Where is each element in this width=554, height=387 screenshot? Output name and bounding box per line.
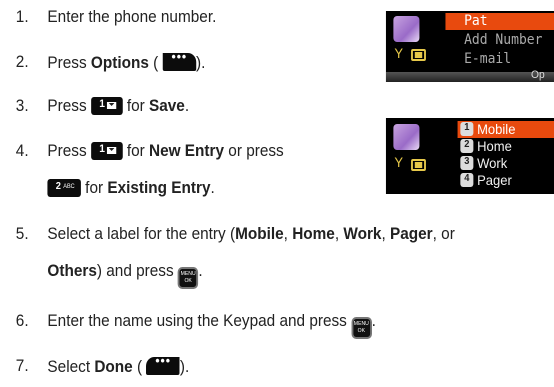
done-label: Done: [94, 358, 133, 376]
step-text: Press Options ( •••).: [47, 49, 206, 73]
step-text-part: Press: [47, 54, 91, 72]
key-digit: 1: [99, 143, 105, 155]
step-text: Enter the name using the Keypad and pres…: [47, 312, 376, 339]
step-text-part: or press: [224, 142, 284, 160]
step-text-part: for: [85, 179, 108, 197]
row-label: Pat: [464, 13, 488, 29]
mobile-label: Mobile: [235, 225, 284, 243]
envelope-icon: [106, 147, 117, 154]
key-1-icon: 1: [90, 97, 123, 115]
row-label: Pager: [477, 172, 512, 188]
screen-row-selected: 1 Mobile: [457, 121, 554, 138]
work-label: Work: [343, 225, 382, 243]
signal-icon: Y: [394, 154, 404, 170]
step-text: Select Done ( •••).: [47, 353, 190, 377]
row-label: E-mail: [464, 51, 512, 67]
screen-row: Add Number: [445, 32, 554, 49]
step-text-part: ,: [283, 225, 293, 243]
others-label: Others: [47, 262, 97, 280]
step-text: Others) and press MENU OK.: [47, 262, 203, 289]
key-1-icon: 1: [90, 142, 123, 160]
key-letters: ABC: [63, 184, 75, 190]
step-number: 4.: [15, 142, 29, 160]
step-text-part: ).: [196, 54, 206, 72]
step-text-part: ,: [334, 225, 344, 243]
step-text-part: Press: [47, 142, 91, 160]
step-text-part: Enter the name using the Keypad and pres…: [47, 312, 352, 330]
phone-screen-contact-options: Y Pat Add Number E-mail Op: [385, 11, 554, 82]
row-label: Add Number: [464, 32, 543, 48]
step-text: 2 ABC for Existing Entry.: [47, 179, 215, 198]
menu-ok-key-icon: MENU OK: [177, 267, 199, 289]
right-soft-key-icon: •••: [162, 49, 197, 71]
menu-ok-key-icon: MENU OK: [351, 317, 372, 339]
battery-icon: [411, 159, 426, 171]
new-entry-label: New Entry: [148, 142, 225, 160]
step-text: Press 1 for Save.: [47, 97, 189, 116]
row-index: 4: [460, 173, 474, 187]
screen-row: 2 Home: [458, 138, 554, 155]
screen-row-selected: Pat: [445, 13, 554, 30]
step-text-part: (: [132, 358, 143, 376]
step-text-part: Press: [47, 97, 91, 115]
existing-entry-label: Existing Entry: [107, 179, 211, 197]
row-index: 2: [460, 139, 474, 153]
screen-row: 4 Pager: [458, 172, 554, 189]
row-label: Work: [477, 155, 508, 171]
left-soft-key-icon: •••: [146, 353, 180, 375]
home-label: Home: [292, 225, 335, 243]
key-label: MENU: [180, 271, 196, 277]
step-text-part: for: [126, 142, 149, 160]
step-text-part: ) and press: [96, 262, 178, 280]
step-number: 1.: [15, 8, 29, 26]
step-number: 3.: [15, 97, 29, 115]
row-label: Mobile: [477, 121, 516, 137]
step-text-part: Select: [47, 358, 95, 376]
step-text: Select a label for the entry (Mobile, Ho…: [47, 225, 454, 244]
step-text-part: .: [198, 262, 203, 280]
step-text-part: Select a label for the entry (: [47, 225, 236, 243]
save-label: Save: [148, 97, 185, 115]
soft-key-dots: •••: [171, 49, 188, 64]
step-number: 2.: [15, 53, 29, 71]
row-index: 3: [460, 156, 474, 170]
step-text: Press 1 for New Entry or press: [47, 142, 284, 161]
key-digit: 2: [55, 181, 61, 192]
screen-row: 3 Work: [458, 155, 554, 172]
key-label: OK: [357, 328, 366, 334]
key-2-icon: 2 ABC: [47, 179, 81, 197]
step-text-part: .: [210, 179, 215, 197]
battery-icon: [411, 49, 426, 61]
phone-screen-label-select: Y 1 Mobile 2 Home 3 Work 4 Pager: [385, 118, 554, 194]
signal-icon: Y: [394, 45, 404, 61]
softkey-bar: Op: [385, 69, 554, 82]
row-label: Home: [477, 138, 512, 154]
step-number: 7.: [15, 357, 29, 375]
soft-key-dots: •••: [155, 353, 171, 368]
contact-card-icon: [393, 124, 420, 150]
key-digit: 1: [99, 98, 105, 110]
pager-label: Pager: [389, 225, 433, 243]
key-label: MENU: [353, 321, 369, 327]
step-text-part: (: [148, 54, 159, 72]
step-text-part: .: [184, 97, 190, 115]
contact-card-icon: [393, 16, 420, 42]
step-text-part: for: [126, 97, 149, 115]
options-label: Options: [90, 54, 149, 72]
screen-row: E-mail: [445, 51, 554, 68]
softkey-label: Op: [531, 69, 545, 81]
step-number: 5.: [15, 225, 29, 243]
step-number: 6.: [15, 312, 29, 330]
step-text-part: , or: [432, 225, 455, 243]
envelope-icon: [106, 102, 117, 109]
row-index: 1: [460, 122, 474, 136]
step-text-part: ).: [179, 358, 190, 376]
step-text-part: .: [371, 312, 376, 330]
step-text: Enter the phone number.: [47, 8, 217, 26]
key-label: OK: [184, 278, 192, 284]
